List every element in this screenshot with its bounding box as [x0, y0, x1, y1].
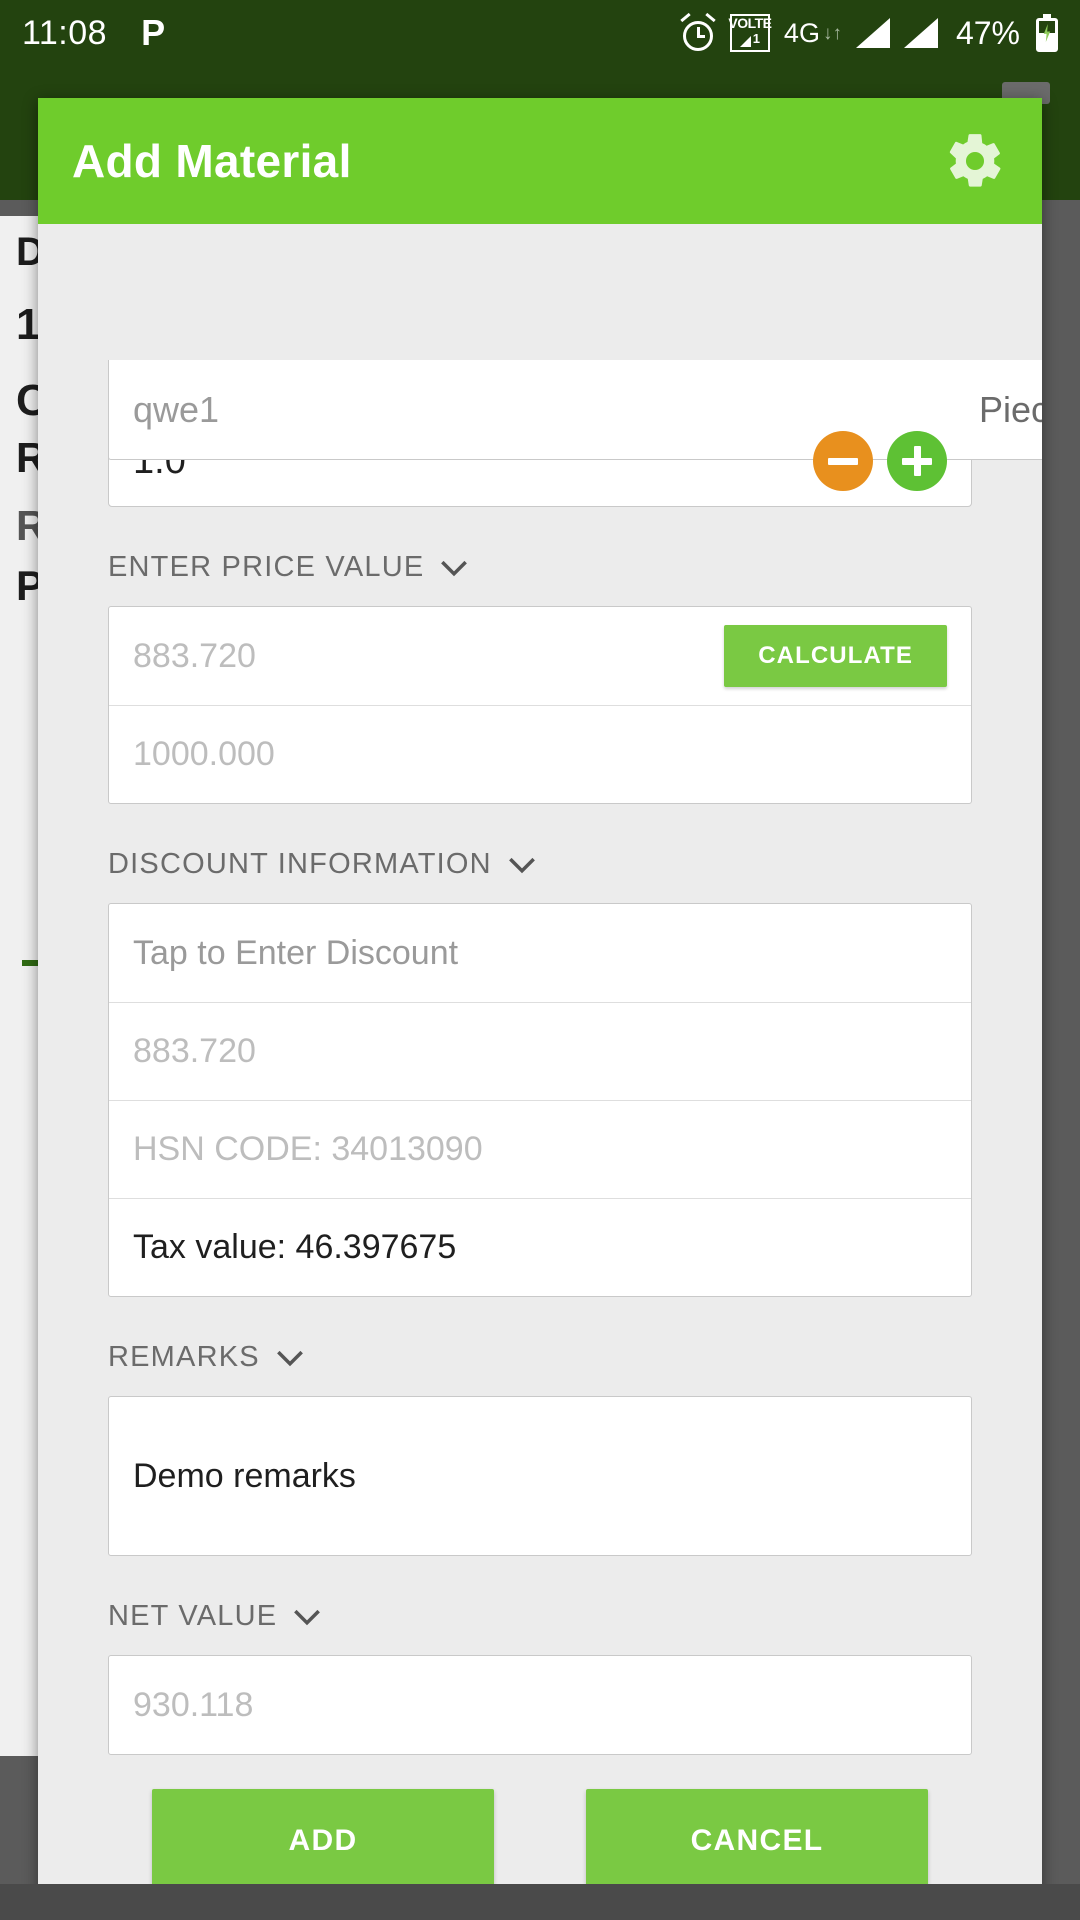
volte-label: VOLTE — [728, 15, 772, 31]
material-name-value: qwe1 — [133, 388, 220, 430]
dialog-title: Add Material — [72, 135, 352, 187]
volte-icon: VOLTE 1 — [728, 14, 772, 52]
volte-sim-number: 1 — [752, 31, 761, 46]
status-bar-clock: 11:08 — [22, 13, 108, 52]
signal-bars-icon-sim1 — [855, 18, 890, 48]
remarks-section-label[interactable]: REMARKS — [108, 1341, 972, 1374]
hsn-code-field[interactable]: HSN CODE: 34013090 — [109, 1100, 971, 1198]
remarks-label-text: REMARKS — [108, 1341, 260, 1373]
dialog-actions: ADD CANCEL — [108, 1789, 972, 1893]
price-field-group: 883.720 CALCULATE 1000.000 — [108, 606, 972, 804]
status-bar-icons: VOLTE 1 4G ↓↑ 47% — [680, 12, 1058, 52]
system-navigation-bar — [0, 1884, 1080, 1920]
app-badge-icon: P — [141, 12, 166, 53]
tax-value-field[interactable]: Tax value: 46.397675 — [109, 1198, 971, 1296]
screen-root: D 1 C R R P 11:08 P VOLTE 1 4G ↓↑ 47% Ad… — [0, 0, 1080, 1920]
network-type-label: 4G — [783, 17, 820, 48]
chevron-down-icon — [508, 857, 535, 873]
data-arrows-icon: ↓↑ — [822, 22, 842, 44]
net-value-field[interactable]: 930.118 — [109, 1656, 971, 1754]
price-label-text: ENTER PRICE VALUE — [108, 551, 425, 583]
chevron-down-icon — [441, 560, 468, 576]
cancel-button[interactable]: CANCEL — [586, 1789, 928, 1893]
dialog-body: qwe1 Pieces ENTER QUANTITY 1.0 ENTER PRI… — [38, 360, 1042, 1920]
discount-placeholder: Tap to Enter Discount — [133, 933, 459, 972]
status-bar: 11:08 P VOLTE 1 4G ↓↑ 47% — [0, 0, 1080, 66]
net-value-label-text: NET VALUE — [108, 1600, 278, 1632]
discount-input-field[interactable]: Tap to Enter Discount — [109, 904, 971, 1002]
background-text-line: 1 — [16, 300, 41, 349]
mrp-value-field[interactable]: 1000.000 — [109, 705, 971, 803]
alarm-icon — [680, 12, 716, 51]
remarks-field[interactable]: Demo remarks — [108, 1396, 972, 1556]
discount-field-group: Tap to Enter Discount 883.720 HSN CODE: … — [108, 903, 972, 1297]
material-unit-label: Pieces — [978, 388, 1042, 430]
net-value-field-group: 930.118 — [108, 1655, 972, 1755]
plus-circle-icon[interactable] — [887, 431, 947, 491]
battery-icon — [1036, 14, 1058, 52]
net-value-section-label[interactable]: NET VALUE — [108, 1600, 972, 1633]
add-material-dialog: Add Material qwe1 Pieces ENTER QUANTITY — [38, 98, 1042, 1920]
price-value-field[interactable]: 883.720 CALCULATE — [109, 607, 971, 705]
net-value: 930.118 — [133, 1685, 254, 1724]
mrp-value: 1000.000 — [133, 735, 275, 773]
calculate-button[interactable]: CALCULATE — [724, 625, 947, 687]
battery-percent-label: 47% — [955, 14, 1020, 51]
chevron-down-icon — [294, 1609, 321, 1625]
price-section-label[interactable]: ENTER PRICE VALUE — [108, 551, 972, 584]
discount-amount-field[interactable]: 883.720 — [109, 1002, 971, 1100]
price-value: 883.720 — [133, 636, 256, 675]
gear-icon[interactable] — [944, 130, 1006, 192]
signal-bars-icon-sim2 — [903, 18, 938, 48]
discount-amount-value: 883.720 — [133, 1032, 256, 1070]
discount-section-label[interactable]: DISCOUNT INFORMATION — [108, 848, 972, 881]
discount-label-text: DISCOUNT INFORMATION — [108, 848, 492, 880]
hsn-code-value: HSN CODE: 34013090 — [133, 1130, 483, 1168]
add-button[interactable]: ADD — [152, 1789, 494, 1893]
dialog-header: Add Material — [38, 98, 1042, 224]
chevron-down-icon — [276, 1350, 303, 1366]
minus-circle-icon[interactable] — [813, 431, 873, 491]
tax-value: Tax value: 46.397675 — [133, 1228, 457, 1266]
network-type-icon: 4G ↓↑ — [784, 18, 842, 49]
remarks-value: Demo remarks — [133, 1456, 356, 1495]
